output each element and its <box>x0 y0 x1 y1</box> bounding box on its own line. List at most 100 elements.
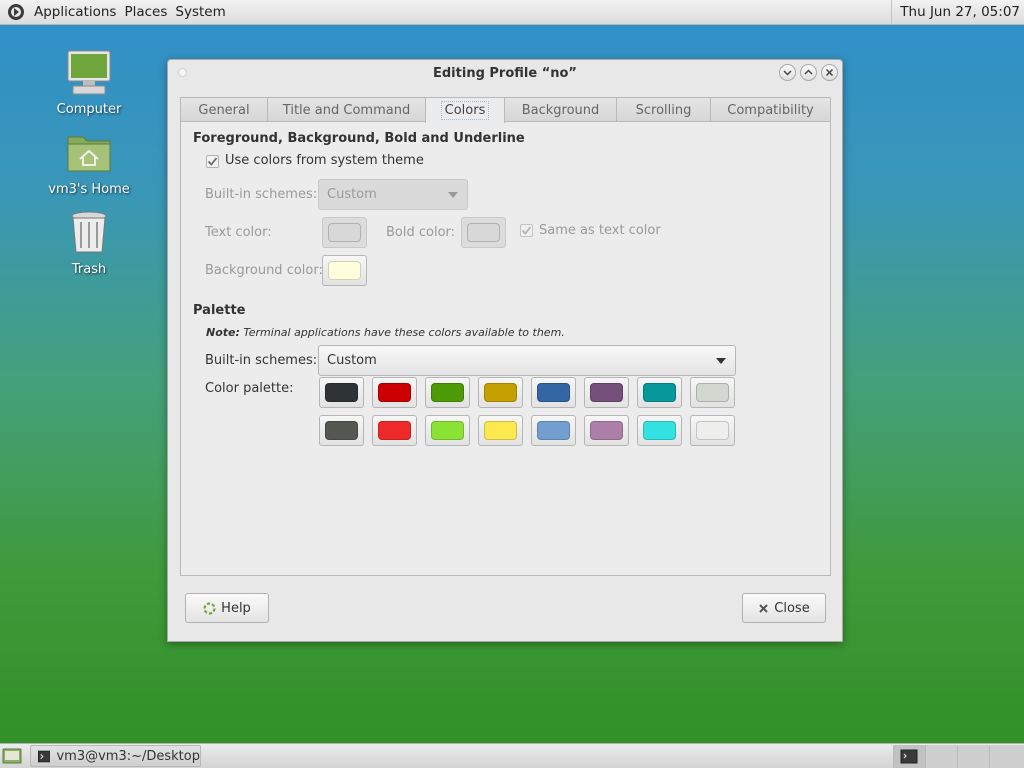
tab-label: General <box>198 102 250 118</box>
tab-background[interactable]: Background <box>504 97 617 122</box>
palette-color-button[interactable] <box>531 415 576 446</box>
show-desktop-icon <box>2 748 22 764</box>
same-as-text-label: Same as text color <box>539 223 661 238</box>
tab-compatibility[interactable]: Compatibility <box>710 97 831 122</box>
palette-color-button[interactable] <box>372 415 417 446</box>
text-color-button[interactable] <box>322 217 367 248</box>
palette-section-title: Palette <box>193 303 246 318</box>
palette-color-swatch <box>590 421 623 440</box>
palette-color-swatch <box>378 421 411 440</box>
palette-color-button[interactable] <box>478 377 523 408</box>
tab-scrolling[interactable]: Scrolling <box>616 97 711 122</box>
trash-icon <box>44 208 134 260</box>
palette-builtin-schemes-label: Built-in schemes: <box>205 353 318 368</box>
dialog-title: Editing Profile “no” <box>433 65 577 81</box>
workspace-2[interactable] <box>925 745 957 768</box>
palette-color-swatch <box>431 421 464 440</box>
dropdown-arrow-icon <box>716 358 726 364</box>
palette-note: Note: Terminal applications have these c… <box>206 326 565 339</box>
palette-color-button[interactable] <box>319 415 364 446</box>
palette-color-swatch <box>643 421 676 440</box>
menu-applications[interactable]: Applications <box>30 4 120 20</box>
tab-label: Scrolling <box>635 102 692 118</box>
palette-color-swatch <box>484 383 517 402</box>
text-color-label: Text color: <box>205 225 272 240</box>
desktop-icon-label: vm3's Home <box>48 182 130 197</box>
palette-color-button[interactable] <box>690 415 735 446</box>
desktop-icon-home[interactable]: vm3's Home <box>44 128 134 197</box>
desktop-icon-computer[interactable]: Computer <box>44 48 134 117</box>
background-color-swatch <box>328 261 361 280</box>
window-menu-icon[interactable] <box>178 68 187 77</box>
taskbar-terminal-window[interactable]: vm3@vm3:~/Desktop <box>30 745 201 767</box>
palette-color-button[interactable] <box>690 377 735 408</box>
menu-system[interactable]: System <box>171 4 229 20</box>
workspace-4[interactable] <box>989 745 1024 768</box>
palette-color-button[interactable] <box>584 377 629 408</box>
palette-color-button[interactable] <box>425 377 470 408</box>
distro-logo-icon[interactable] <box>6 2 26 22</box>
fg-builtin-schemes-combo[interactable]: Custom <box>318 179 468 210</box>
desktop-icon-label: Trash <box>71 262 107 277</box>
background-color-button[interactable] <box>322 255 367 286</box>
help-button[interactable]: Help <box>185 593 269 623</box>
color-palette-label: Color palette: <box>205 381 294 396</box>
tab-title-and-command[interactable]: Title and Command <box>267 97 426 122</box>
palette-color-button[interactable] <box>478 415 523 446</box>
close-window-button[interactable] <box>821 64 838 81</box>
chevron-up-icon <box>804 69 813 75</box>
same-as-text-checkbox[interactable] <box>520 224 533 237</box>
bold-color-button[interactable] <box>461 217 506 248</box>
tab-label: Title and Command <box>282 102 411 118</box>
palette-builtin-schemes-combo[interactable]: Custom <box>318 345 736 376</box>
top-panel: Applications Places System Thu Jun 27, 0… <box>0 0 1024 25</box>
dropdown-arrow-icon <box>448 192 458 198</box>
palette-note-bold: Note: <box>206 326 240 339</box>
use-system-colors-checkbox[interactable] <box>206 155 219 168</box>
clock[interactable]: Thu Jun 27, 05:07 <box>891 0 1024 24</box>
maximize-button[interactable] <box>800 64 817 81</box>
checkmark-icon <box>207 157 218 166</box>
dialog-titlebar[interactable]: Editing Profile “no” <box>168 60 842 86</box>
chevron-down-icon <box>783 70 792 76</box>
desktop-icon-trash[interactable]: Trash <box>44 208 134 277</box>
menu-places[interactable]: Places <box>120 4 171 20</box>
palette-color-button[interactable] <box>637 415 682 446</box>
bold-color-swatch <box>467 223 500 242</box>
workspace-3[interactable] <box>957 745 989 768</box>
palette-color-swatch <box>378 383 411 402</box>
desktop-icon-label: Computer <box>56 102 122 117</box>
palette-color-button[interactable] <box>531 377 576 408</box>
palette-color-swatch <box>484 421 517 440</box>
tab-colors[interactable]: Colors <box>425 97 505 123</box>
palette-color-swatch <box>643 383 676 402</box>
tab-label: Compatibility <box>727 102 814 118</box>
combo-value: Custom <box>327 353 377 368</box>
palette-color-button[interactable] <box>372 377 417 408</box>
palette-note-text: Terminal applications have these colors … <box>243 326 565 339</box>
palette-color-button[interactable] <box>425 415 470 446</box>
palette-color-swatch <box>696 421 729 440</box>
palette-color-button[interactable] <box>637 377 682 408</box>
help-label: Help <box>221 600 251 616</box>
palette-color-swatch <box>537 383 570 402</box>
close-label: Close <box>774 600 810 616</box>
tab-bar: General Title and Command Colors Backgro… <box>180 97 831 123</box>
fg-section-title: Foreground, Background, Bold and Underli… <box>193 131 525 146</box>
palette-color-swatch <box>325 421 358 440</box>
close-button[interactable]: Close <box>742 593 826 623</box>
palette-color-button[interactable] <box>319 377 364 408</box>
close-icon <box>759 603 768 613</box>
computer-icon <box>44 48 134 100</box>
home-folder-icon <box>44 128 134 180</box>
minimize-button[interactable] <box>779 64 796 81</box>
palette-color-button[interactable] <box>584 415 629 446</box>
workspace-1[interactable] <box>893 745 925 768</box>
tab-label: Colors <box>440 101 490 120</box>
help-icon <box>203 601 216 615</box>
close-icon <box>825 68 834 77</box>
bottom-panel: vm3@vm3:~/Desktop <box>0 743 1024 768</box>
colors-tab-panel: Foreground, Background, Bold and Underli… <box>180 121 831 576</box>
tab-general[interactable]: General <box>180 97 268 122</box>
show-desktop-button[interactable] <box>2 747 22 765</box>
